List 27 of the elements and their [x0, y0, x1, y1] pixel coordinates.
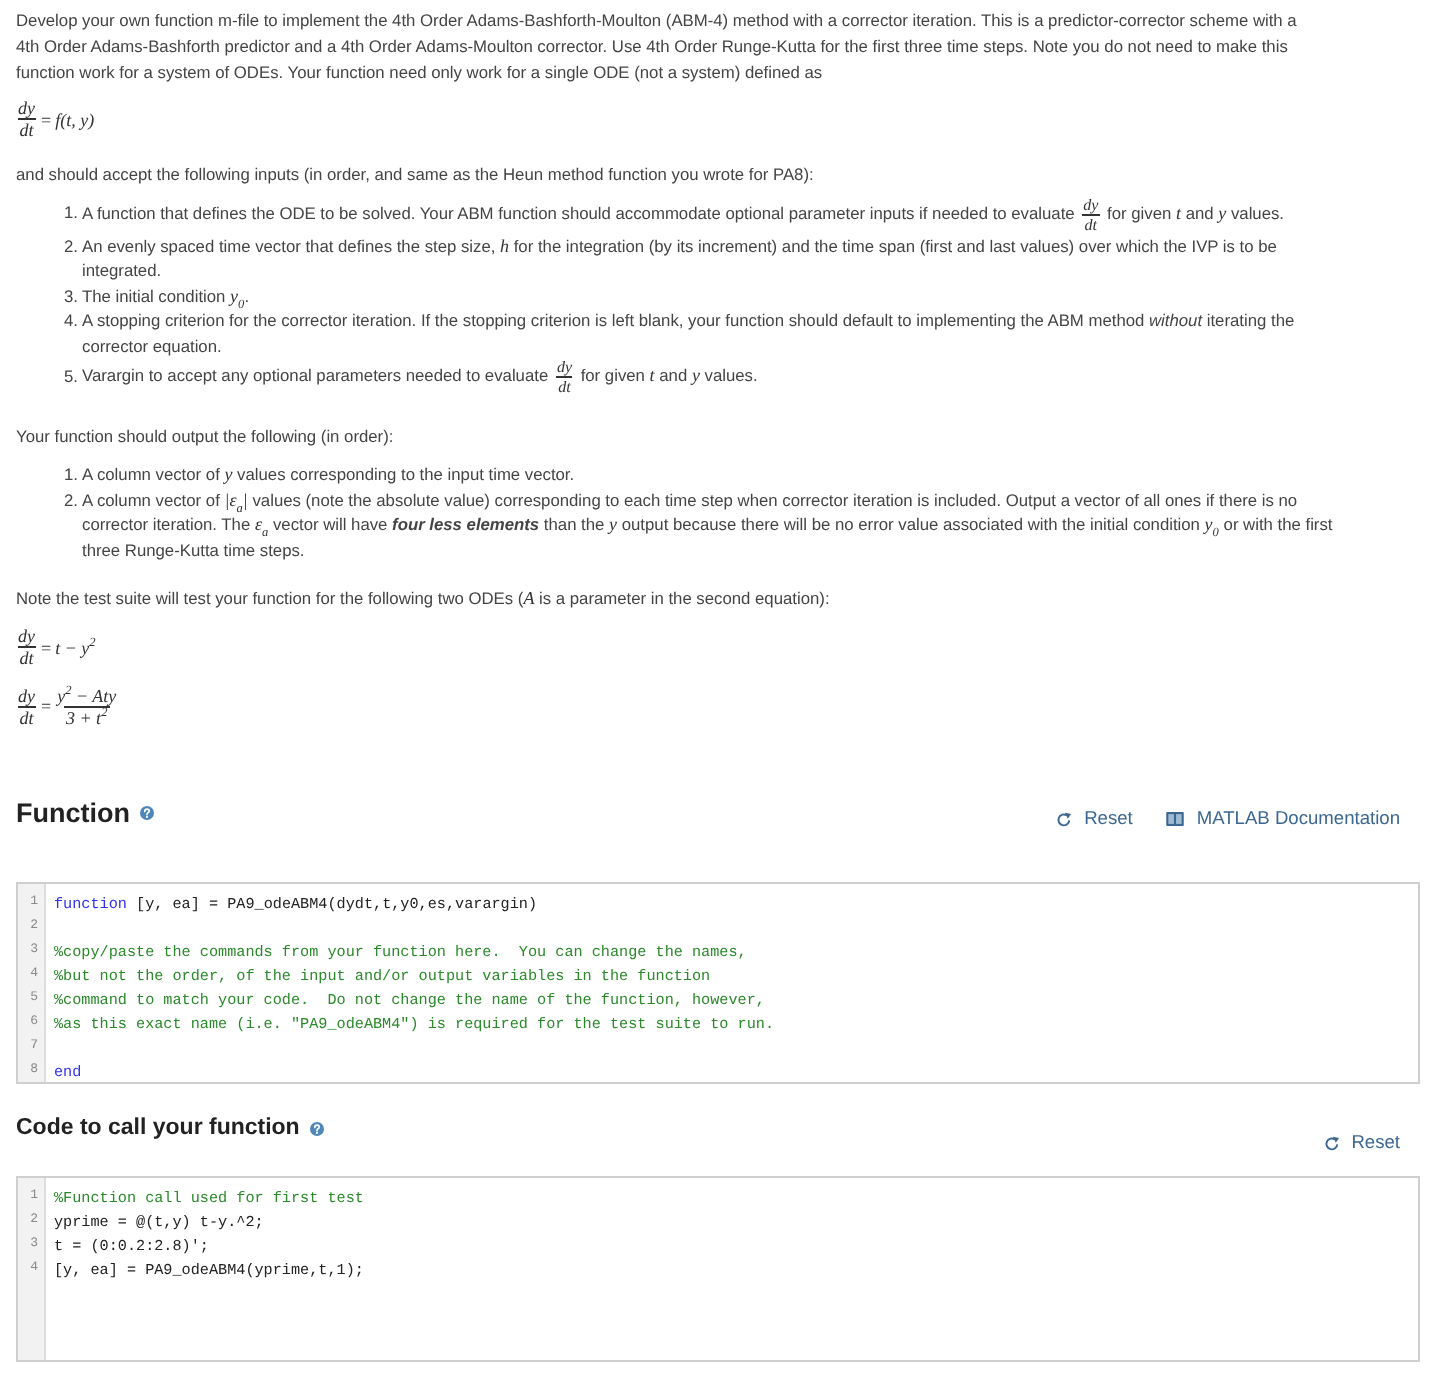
reset-button[interactable]: Reset — [1056, 808, 1133, 830]
list-item-text: A column vector of y values corresponding to the input time vector. — [82, 462, 575, 487]
section-title: Function — [16, 796, 130, 830]
list-number: 2. — [64, 487, 80, 512]
section-title: Code to call your function — [16, 1114, 300, 1144]
list-number: 5. — [64, 363, 80, 389]
list-number: 2. — [64, 233, 80, 258]
reset-icon — [1323, 1135, 1340, 1151]
list-item-text: An evenly spaced time vector that defines the step size, h for the integration (by its increment) and the time span (first and last values) over which the IVP is to be integrated. — [82, 233, 1279, 283]
paragraph-text: Develop your own function m-file to implement the 4th Order Adams-Bashforth-Moulton (ABM-4) method with a corrector iteration. This is a predictor-corrector scheme with a 4th Order Adams-Bashforth predictor and a 4th Order Adams-Moulton corrector. Use 4th Order Runge-Kutta for the first three time steps. Note you do not need to make this function work for a system of ODEs. Your function need only work for a single ODE (not a system) defined as — [16, 8, 1299, 86]
list-number: 3. — [64, 283, 80, 308]
list-item-text: A stopping criterion for the corrector iteration. If the stopping criterion is left blank, your function should default to implementing the ABM method without iterating the corrector equation. — [82, 309, 1297, 358]
book-icon — [1166, 812, 1185, 826]
help-icon[interactable] — [309, 1122, 324, 1136]
list-item-text: A column vector of |ε$_{a}$| values (note the absolute value) corresponding to each time step when corrector iteration is included. Output a vector of all ones if there is no corrector iteration. The ε$_{a}$ vector will have four less elements than the y output because there will be no error value associated with the initial condition y$_{0}$ or with the first three Runge-Kutta time steps. — [82, 487, 1335, 562]
list-item-text: The initial condition y$_{0}$. — [82, 283, 250, 308]
list-number: 1. — [64, 462, 80, 487]
list-number: 1. — [64, 200, 80, 226]
paragraph-text: and should accept the following inputs (in order, and same as the Heun method function you wrote for PA8): — [16, 161, 814, 187]
reset-button[interactable]: Reset — [1323, 1132, 1400, 1154]
paragraph-text: Note the test suite will test your function for the following two ODEs (A is a parameter in the second equation): — [16, 586, 830, 612]
code-editor[interactable] — [16, 882, 1420, 1084]
paragraph-text: Your function should output the following (in order): — [16, 424, 394, 450]
list-number: 4. — [64, 308, 80, 333]
documentation-link[interactable]: MATLAB Documentation — [1166, 808, 1400, 830]
help-icon[interactable] — [140, 806, 154, 820]
reset-icon — [1056, 811, 1073, 827]
